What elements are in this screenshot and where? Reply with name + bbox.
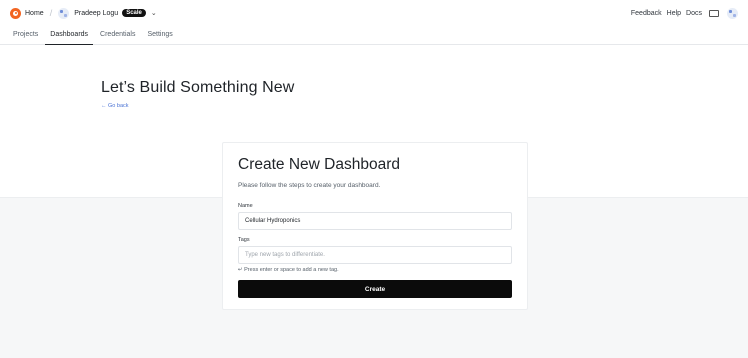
help-link[interactable]: Help xyxy=(667,10,681,17)
plan-badge: Scale xyxy=(122,9,146,17)
breadcrumb-home[interactable]: Home xyxy=(25,10,44,17)
name-input[interactable]: Cellular Hydroponics xyxy=(238,212,512,230)
tags-hint: ↵ Press enter or space to add a new tag. xyxy=(238,267,339,273)
tags-input-placeholder: Type new tags to differentiate. xyxy=(245,252,325,258)
profile-avatar-icon[interactable] xyxy=(727,7,738,19)
create-dashboard-card: Create New Dashboard Please follow the s… xyxy=(222,142,528,310)
create-button[interactable]: Create xyxy=(238,280,512,298)
tab-projects[interactable]: Projects xyxy=(8,26,43,45)
tags-label: Tags xyxy=(238,237,250,243)
tags-input[interactable]: Type new tags to differentiate. xyxy=(238,246,512,264)
breadcrumb-separator: / xyxy=(49,8,53,18)
page-title: Let’s Build Something New xyxy=(101,79,295,96)
breadcrumb-user[interactable]: Pradeep Logu xyxy=(74,10,118,17)
tab-settings[interactable]: Settings xyxy=(142,26,177,45)
name-label: Name xyxy=(238,203,253,209)
name-input-value: Cellular Hydroponics xyxy=(245,218,301,224)
tab-credentials[interactable]: Credentials xyxy=(95,26,140,45)
top-right-links: Feedback Help Docs xyxy=(631,7,738,19)
card-title: Create New Dashboard xyxy=(238,156,400,173)
tab-dashboards[interactable]: Dashboards xyxy=(45,26,94,45)
main-tabs: Projects Dashboards Credentials Settings xyxy=(0,26,748,45)
logo-icon[interactable] xyxy=(10,7,21,19)
user-avatar-icon xyxy=(58,7,70,19)
chevron-down-icon[interactable]: ⌄ xyxy=(151,9,157,17)
feedback-link[interactable]: Feedback xyxy=(631,10,662,17)
card-subtitle: Please follow the steps to create your d… xyxy=(238,182,381,189)
keyboard-icon[interactable] xyxy=(709,9,719,17)
docs-link[interactable]: Docs xyxy=(686,10,702,17)
go-back-link[interactable]: ← Go back xyxy=(101,103,129,109)
top-navigation-bar: Home / Pradeep Logu Scale ⌄ Feedback Hel… xyxy=(0,0,748,26)
